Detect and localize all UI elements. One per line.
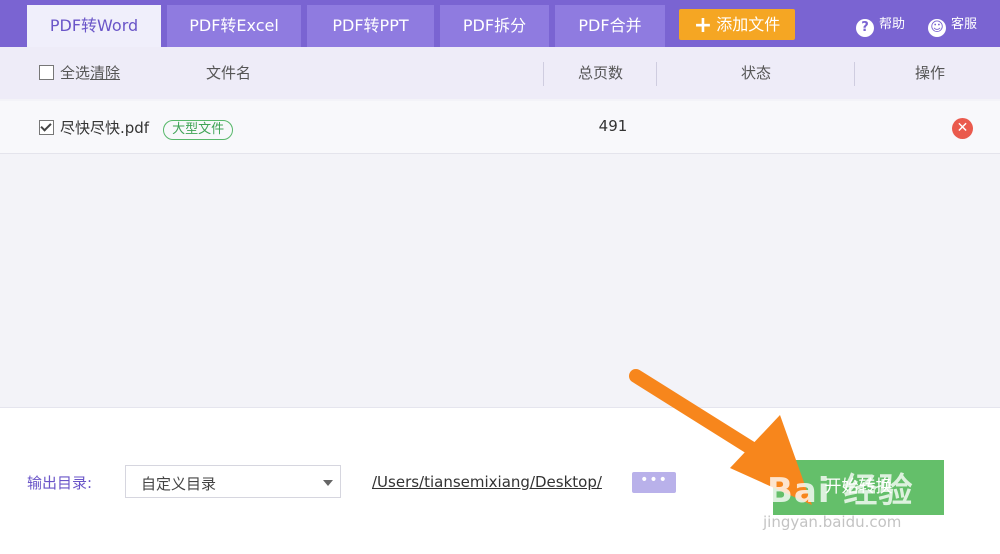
add-file-label: 添加文件 [716, 15, 781, 34]
delete-icon[interactable]: ✕ [952, 118, 973, 139]
watermark-site: jingyan.baidu.com [763, 513, 902, 531]
help-label: 帮助 [879, 17, 906, 32]
select-all-label: 全选 [60, 64, 91, 82]
tab-pdf-merge[interactable]: PDF合并 [555, 5, 665, 47]
top-bar: PDF转Word PDF转Excel PDF转PPT PDF拆分 PDF合并 +… [0, 0, 1000, 47]
output-dir-label: 输出目录: [27, 474, 93, 492]
chevron-down-icon [323, 480, 333, 486]
tab-pdf-to-word[interactable]: PDF转Word [27, 5, 161, 47]
table-row[interactable]: 尽快尽快.pdf 大型文件 491 ✕ [0, 101, 1000, 154]
output-dir-select[interactable]: 自定义目录 [125, 465, 341, 498]
select-all[interactable]: 全选清除 [39, 47, 120, 99]
plus-icon: + [693, 13, 713, 38]
column-status: 状态 [741, 64, 772, 82]
column-action: 操作 [915, 64, 946, 82]
help-link[interactable]: ? 帮助 [856, 14, 905, 37]
tab-pdf-to-excel[interactable]: PDF转Excel [167, 5, 301, 47]
question-icon: ? [856, 19, 874, 37]
watermark-brand: Bai 经验 [767, 471, 914, 511]
add-file-button[interactable]: + 添加文件 [679, 9, 795, 40]
column-pages: 总页数 [578, 64, 624, 82]
page-count: 491 [598, 117, 628, 135]
chat-bubble-icon: ☺ [928, 19, 946, 37]
tab-pdf-to-ppt[interactable]: PDF转PPT [307, 5, 434, 47]
column-divider [854, 62, 855, 86]
select-all-checkbox[interactable] [39, 65, 54, 80]
clear-link[interactable]: 清除 [90, 64, 120, 82]
output-path-link[interactable]: /Users/tiansemixiang/Desktop/ [372, 473, 602, 491]
tab-pdf-split[interactable]: PDF拆分 [440, 5, 549, 47]
watermark: Bai 经验 jingyan.baidu.com [755, 445, 955, 545]
service-label: 客服 [951, 17, 978, 32]
column-filename: 文件名 [206, 64, 252, 82]
file-name: 尽快尽快.pdf [60, 119, 150, 137]
output-dir-value: 自定义目录 [141, 475, 217, 493]
column-divider [543, 62, 544, 86]
table-header: 全选清除 文件名 总页数 状态 操作 [0, 47, 1000, 99]
large-file-badge: 大型文件 [163, 120, 234, 140]
column-divider [656, 62, 657, 86]
service-link[interactable]: ☺ 客服 [928, 14, 977, 37]
file-name-cell: 尽快尽快.pdf 大型文件 [39, 117, 234, 140]
row-checkbox[interactable] [39, 120, 54, 135]
